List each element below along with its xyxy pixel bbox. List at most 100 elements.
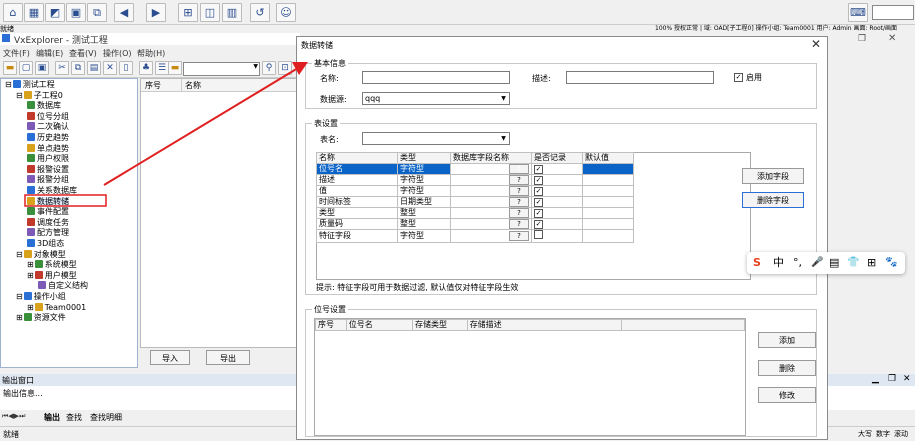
cut-icon[interactable]: ✂ <box>55 61 69 75</box>
expand-icon[interactable]: ⊞ <box>16 313 23 322</box>
menu-edit[interactable]: 编辑(E) <box>36 48 63 59</box>
field-dbname-cell[interactable]: ? <box>450 185 532 197</box>
import-button[interactable]: 导入 <box>150 350 190 365</box>
add-point-button[interactable]: 添加 <box>758 332 816 348</box>
browse-field-button[interactable]: ? <box>509 164 529 174</box>
field-row[interactable]: 类型 整型? ✓ <box>316 207 634 219</box>
picture-icon[interactable]: ▣ <box>66 3 86 22</box>
field-name-cell[interactable]: 特征字段 <box>316 229 398 243</box>
field-row[interactable]: 位号名 字符型? ✓ <box>316 163 634 175</box>
ime-logo-icon[interactable]: S <box>753 256 761 270</box>
tree-item[interactable]: 单点趋势 <box>27 143 69 154</box>
paste-icon[interactable]: ▤ <box>87 61 101 75</box>
field-type-cell[interactable]: 整型 <box>397 218 451 230</box>
menu-operate[interactable]: 操作(O) <box>103 48 132 59</box>
field-name-cell[interactable]: 时间标签 <box>316 196 398 208</box>
tree-item[interactable]: ⊟ 子工程0 <box>16 90 63 101</box>
browse-field-button[interactable]: ? <box>509 175 529 185</box>
tree-item[interactable]: 数据库 <box>27 101 61 111</box>
expand-icon[interactable]: ⊞ <box>27 260 34 269</box>
tree-item[interactable]: ⊟ 操作小组 <box>16 292 66 302</box>
tree-item[interactable]: ⊟ 对象模型 <box>16 249 66 260</box>
save-icon[interactable]: ▣ <box>35 61 49 75</box>
delete-point-button[interactable]: 删除 <box>758 360 816 376</box>
tree-item[interactable]: 关系数据库 <box>27 186 77 196</box>
record-checkbox[interactable]: ✓ <box>534 165 543 174</box>
output-restore-icon[interactable]: ❐ <box>888 374 896 384</box>
window-close-icon[interactable]: ✕ <box>888 33 896 44</box>
tree-item[interactable]: 3D组态 <box>27 239 64 249</box>
record-checkbox[interactable]: ✓ <box>534 176 543 185</box>
forward-icon[interactable]: ▶ <box>146 3 166 22</box>
point-col-tag[interactable]: 位号名 <box>345 319 414 331</box>
undo-icon[interactable]: ↺ <box>250 3 270 22</box>
tab-output[interactable]: 输出 <box>44 412 60 423</box>
modify-point-button[interactable]: 修改 <box>758 387 816 403</box>
field-type-cell[interactable]: 字符型 <box>397 163 451 175</box>
tree-item[interactable]: 位号分组 <box>27 111 69 122</box>
name-input[interactable] <box>362 71 510 84</box>
field-type-cell[interactable]: 日期类型 <box>397 196 451 208</box>
record-checkbox[interactable] <box>534 230 543 239</box>
copy2-icon[interactable]: ⧉ <box>71 61 85 75</box>
collapse-icon[interactable]: ⊟ <box>16 250 23 259</box>
point-col-storedesc[interactable]: 存储描述 <box>466 319 623 331</box>
field-name-cell[interactable]: 质量码 <box>316 218 398 230</box>
field-record-cell[interactable]: ✓ <box>531 207 583 219</box>
grid-col-name[interactable]: 名称 <box>316 152 398 164</box>
field-row[interactable]: 特征字段 字符型? <box>316 229 634 243</box>
tab-nav-icon[interactable]: ⏮◀▶⏭ <box>2 412 25 421</box>
output-close-icon[interactable]: ✕ <box>903 374 911 384</box>
grid-col-type[interactable]: 类型 <box>397 152 451 164</box>
grid-col-default[interactable]: 默认值 <box>582 152 634 164</box>
menu-view[interactable]: 查看(V) <box>69 48 97 59</box>
book-icon[interactable]: ▥ <box>222 3 242 22</box>
menu-file[interactable]: 文件(F) <box>3 48 30 59</box>
field-record-cell[interactable]: ✓ <box>531 196 583 208</box>
table-name-select[interactable]: ▼ <box>362 132 510 145</box>
ime-pet-icon[interactable]: 🐾 <box>885 256 897 270</box>
doc-icon[interactable]: ▯ <box>119 61 133 75</box>
output-minimize-icon[interactable]: ▁ <box>872 374 879 384</box>
field-row[interactable]: 描述 字符型? ✓ <box>316 174 634 186</box>
tree-item[interactable]: ⊞ 用户模型 <box>27 270 77 281</box>
grid-icon[interactable]: ▦ <box>24 3 44 22</box>
tree-item[interactable]: 报警设置 <box>27 164 69 175</box>
open-folder-icon[interactable]: ▬ <box>3 61 17 75</box>
field-row[interactable]: 质量码 整型? ✓ <box>316 218 634 230</box>
tree-item[interactable]: ⊟ 测试工程 <box>5 80 55 90</box>
ime-mode-chinese[interactable]: 中 <box>773 256 784 270</box>
chart-icon[interactable]: ◩ <box>45 3 65 22</box>
window-icon[interactable]: ⊞ <box>178 3 198 22</box>
field-dbname-cell[interactable]: ? <box>450 218 532 230</box>
tree-item[interactable]: 报警分组 <box>27 175 69 185</box>
tree-icon[interactable]: ♣ <box>139 61 153 75</box>
tree-item[interactable]: 配方管理 <box>27 228 69 238</box>
user-icon[interactable]: ☺ <box>276 3 296 22</box>
field-type-cell[interactable]: 字符型 <box>397 229 451 243</box>
home-icon[interactable]: ⌂ <box>3 3 23 22</box>
browse-field-button[interactable]: ? <box>509 186 529 196</box>
field-default-cell[interactable] <box>582 174 634 186</box>
field-record-cell[interactable]: ✓ <box>531 174 583 186</box>
point-col-index[interactable]: 序号 <box>315 319 347 331</box>
delete-field-button[interactable]: 删除字段 <box>742 192 804 208</box>
field-default-cell[interactable] <box>582 207 634 219</box>
tree-item[interactable]: 事件配置 <box>27 207 69 217</box>
delete-icon[interactable]: ✕ <box>103 61 117 75</box>
field-default-cell[interactable] <box>582 196 634 208</box>
browse-field-button[interactable]: ? <box>509 231 529 241</box>
field-record-cell[interactable] <box>531 229 583 243</box>
copy-icon[interactable]: ⧉ <box>87 3 107 22</box>
record-checkbox[interactable]: ✓ <box>534 187 543 196</box>
field-type-cell[interactable]: 整型 <box>397 207 451 219</box>
tree-item[interactable]: ⊞ 资源文件 <box>16 313 66 323</box>
field-dbname-cell[interactable]: ? <box>450 174 532 186</box>
tab-find[interactable]: 查找 <box>66 412 82 423</box>
field-record-cell[interactable]: ✓ <box>531 185 583 197</box>
tree-item[interactable]: 数据转储 <box>27 196 69 207</box>
export-button[interactable]: 导出 <box>206 350 250 365</box>
tree-item[interactable]: 历史趋势 <box>27 133 69 143</box>
ime-keyboard-icon[interactable]: ▤ <box>829 256 839 270</box>
ime-punct-icon[interactable]: °, <box>793 256 802 270</box>
